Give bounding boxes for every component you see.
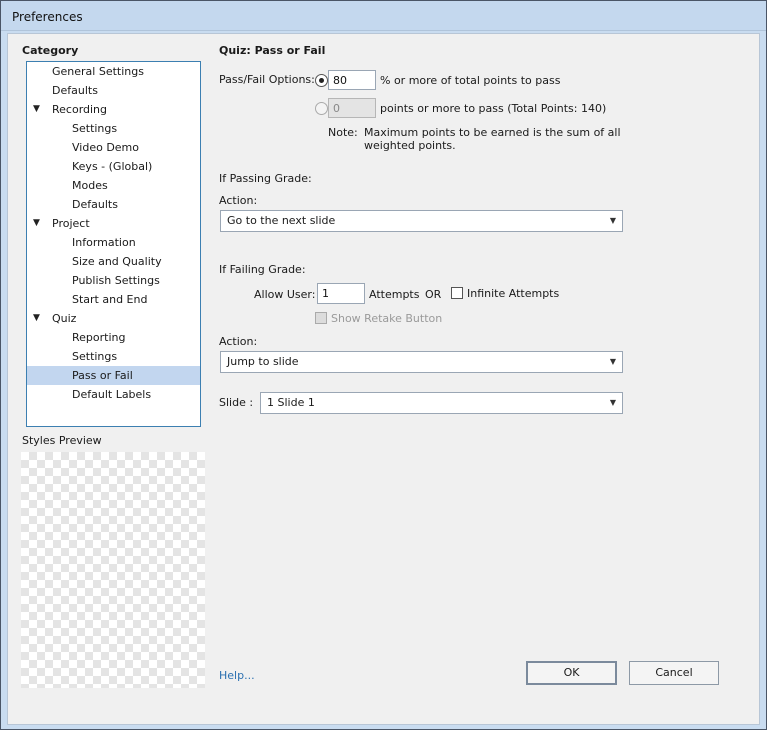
tree-item-label: Recording (52, 103, 108, 116)
tree-item-label: Defaults (52, 84, 98, 97)
tree-item-reporting[interactable]: Reporting (27, 328, 200, 347)
tree-item-quiz[interactable]: ▼ Quiz (27, 309, 200, 328)
percent-input[interactable] (328, 70, 376, 90)
tree-item-general-settings[interactable]: General Settings (27, 62, 200, 81)
points-input[interactable] (328, 98, 376, 118)
tree-item-keys-global[interactable]: Keys - (Global) (27, 157, 200, 176)
failing-action-label: Action: (219, 335, 258, 348)
chevron-down-icon: ▼ (609, 216, 616, 225)
points-text: points or more to pass (Total Points: 14… (380, 102, 607, 115)
show-retake-label: Show Retake Button (331, 312, 443, 325)
tree-item-label: Project (52, 217, 90, 230)
percent-text: % or more of total points to pass (380, 74, 561, 87)
passing-action-select[interactable]: Go to the next slide ▼ (220, 210, 623, 232)
percent-radio[interactable] (315, 74, 328, 87)
tree-item-modes[interactable]: Modes (27, 176, 200, 195)
show-retake-checkbox[interactable] (315, 312, 327, 324)
points-radio[interactable] (315, 102, 328, 115)
attempts-text: Attempts (369, 288, 420, 301)
tree-item-label: Default Labels (72, 388, 152, 401)
category-label: Category (22, 44, 79, 57)
tree-item-default-labels[interactable]: Default Labels (27, 385, 200, 404)
tree-item-recording-defaults[interactable]: Defaults (27, 195, 200, 214)
failing-action-select[interactable]: Jump to slide ▼ (220, 351, 623, 373)
tree-item-label: Defaults (72, 198, 118, 211)
tree-item-label: Start and End (72, 293, 148, 306)
infinite-attempts-checkbox[interactable] (451, 287, 463, 299)
passing-action-label: Action: (219, 194, 258, 207)
category-tree[interactable]: General Settings Defaults ▼ Recording Se… (26, 61, 201, 427)
tree-item-label: Reporting (72, 331, 126, 344)
title-bar[interactable]: Preferences (1, 1, 766, 31)
tree-item-label: Settings (72, 122, 118, 135)
styles-preview-label: Styles Preview (22, 434, 102, 447)
infinite-attempts-label: Infinite Attempts (467, 287, 560, 300)
tree-item-quiz-settings[interactable]: Settings (27, 347, 200, 366)
or-text: OR (425, 288, 442, 301)
styles-preview (21, 452, 205, 688)
tree-item-recording[interactable]: ▼ Recording (27, 100, 200, 119)
tree-item-label: Information (72, 236, 136, 249)
tree-item-project[interactable]: ▼ Project (27, 214, 200, 233)
failing-action-value: Jump to slide (227, 355, 299, 368)
slide-label: Slide : (219, 396, 254, 409)
tree-item-label: Settings (72, 350, 118, 363)
expand-arrow-icon[interactable]: ▼ (33, 214, 40, 233)
chevron-down-icon: ▼ (609, 357, 616, 366)
tree-item-label: Keys - (Global) (72, 160, 153, 173)
tree-item-recording-settings[interactable]: Settings (27, 119, 200, 138)
note-text-line1: Maximum points to be earned is the sum o… (364, 126, 621, 139)
tree-item-size-and-quality[interactable]: Size and Quality (27, 252, 200, 271)
tree-item-start-and-end[interactable]: Start and End (27, 290, 200, 309)
pass-fail-options-label: Pass/Fail Options: (219, 73, 315, 86)
ok-button[interactable]: OK (526, 661, 617, 685)
dialog-content: Category General Settings Defaults ▼ Rec… (7, 33, 760, 725)
note-text-line2: weighted points. (364, 139, 456, 152)
tree-item-label: Quiz (52, 312, 77, 325)
tree-item-label: Size and Quality (72, 255, 162, 268)
page-title: Quiz: Pass or Fail (219, 44, 326, 57)
tree-item-label: Modes (72, 179, 108, 192)
note-label: Note: (328, 126, 358, 139)
allow-user-label: Allow User: (254, 288, 316, 301)
help-link[interactable]: Help... (219, 669, 255, 682)
tree-item-information[interactable]: Information (27, 233, 200, 252)
tree-item-pass-or-fail[interactable]: Pass or Fail (27, 366, 200, 385)
tree-item-label: Video Demo (72, 141, 139, 154)
tree-item-defaults[interactable]: Defaults (27, 81, 200, 100)
cancel-button[interactable]: Cancel (629, 661, 719, 685)
passing-grade-heading: If Passing Grade: (219, 172, 312, 185)
tree-item-label: Publish Settings (72, 274, 160, 287)
preferences-dialog: Preferences Category General Settings De… (0, 0, 767, 730)
chevron-down-icon: ▼ (609, 398, 616, 407)
tree-item-label: Pass or Fail (72, 369, 133, 382)
tree-item-label: General Settings (52, 65, 144, 78)
tree-item-publish-settings[interactable]: Publish Settings (27, 271, 200, 290)
failing-grade-heading: If Failing Grade: (219, 263, 306, 276)
attempts-input[interactable] (317, 283, 365, 304)
window-title: Preferences (12, 10, 83, 24)
tree-item-video-demo[interactable]: Video Demo (27, 138, 200, 157)
expand-arrow-icon[interactable]: ▼ (33, 100, 40, 119)
expand-arrow-icon[interactable]: ▼ (33, 309, 40, 328)
slide-select[interactable]: 1 Slide 1 ▼ (260, 392, 623, 414)
passing-action-value: Go to the next slide (227, 214, 336, 227)
slide-value: 1 Slide 1 (267, 396, 315, 409)
